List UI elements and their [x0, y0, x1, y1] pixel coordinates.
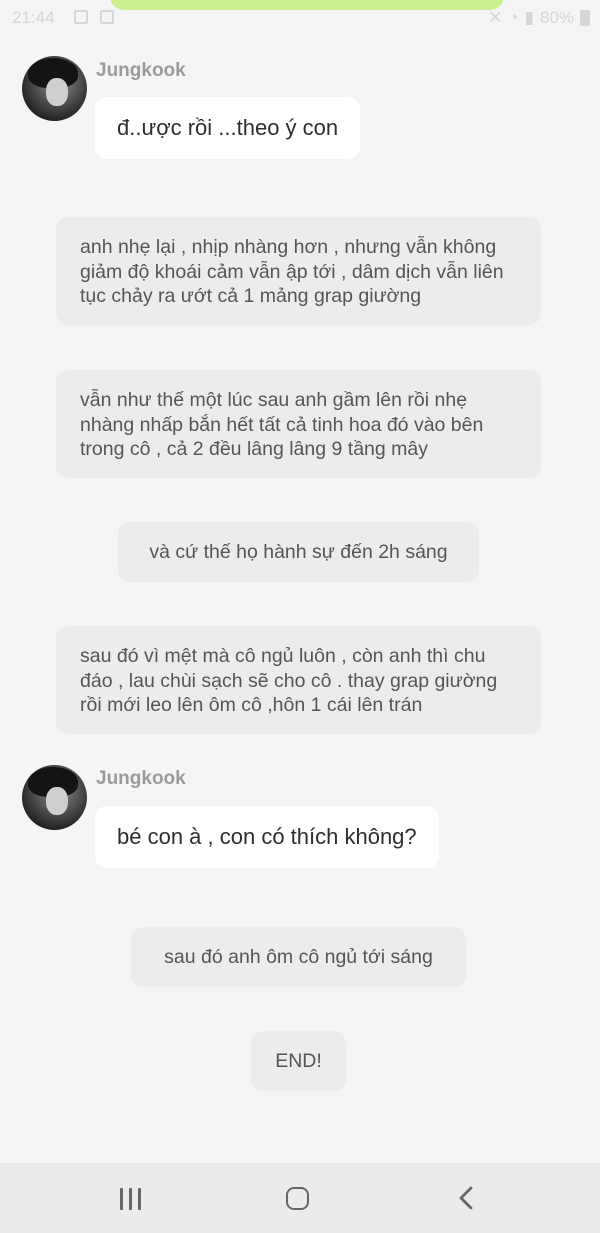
- back-icon[interactable]: [455, 1185, 481, 1211]
- battery-icon: [580, 10, 590, 26]
- narration-bubble[interactable]: anh nhẹ lại , nhịp nhàng hơn , nhưng vẫn…: [56, 217, 541, 325]
- status-right-group: ✕ ◔ ▮ 80%: [488, 8, 590, 28]
- avatar[interactable]: [22, 56, 87, 121]
- top-banner-pill[interactable]: [110, 0, 504, 10]
- sender-name: Jungkook: [96, 768, 186, 789]
- battery-percent: 80%: [539, 8, 574, 27]
- navigation-bar: [0, 1163, 600, 1233]
- character-message-bubble[interactable]: bé con à , con có thích không?: [95, 806, 439, 868]
- avatar[interactable]: [22, 765, 87, 830]
- home-icon[interactable]: [286, 1187, 309, 1210]
- app-notification-icon: [100, 10, 114, 24]
- mute-icon: ✕: [488, 8, 503, 27]
- narration-bubble[interactable]: và cứ thế họ hành sự đến 2h sáng: [118, 522, 479, 582]
- narration-bubble[interactable]: sau đó vì mệt mà cô ngủ luôn , còn anh t…: [56, 626, 541, 734]
- narration-bubble[interactable]: sau đó anh ôm cô ngủ tới sáng: [131, 927, 466, 987]
- status-bar: 21:44 ✕ ◔ ▮ 80%: [0, 0, 600, 36]
- narration-bubble[interactable]: vẫn như thế một lúc sau anh gầm lên rồi …: [56, 370, 541, 478]
- character-message-bubble[interactable]: đ..ược rồi ...theo ý con: [95, 97, 361, 159]
- end-bubble[interactable]: END!: [251, 1031, 346, 1091]
- gallery-notification-icon: [74, 10, 88, 24]
- status-time: 21:44: [12, 8, 55, 27]
- wifi-icon: ◔: [508, 8, 519, 27]
- sender-name: Jungkook: [96, 60, 186, 81]
- signal-icon: ▮: [524, 8, 534, 27]
- recent-apps-icon[interactable]: [118, 1188, 144, 1210]
